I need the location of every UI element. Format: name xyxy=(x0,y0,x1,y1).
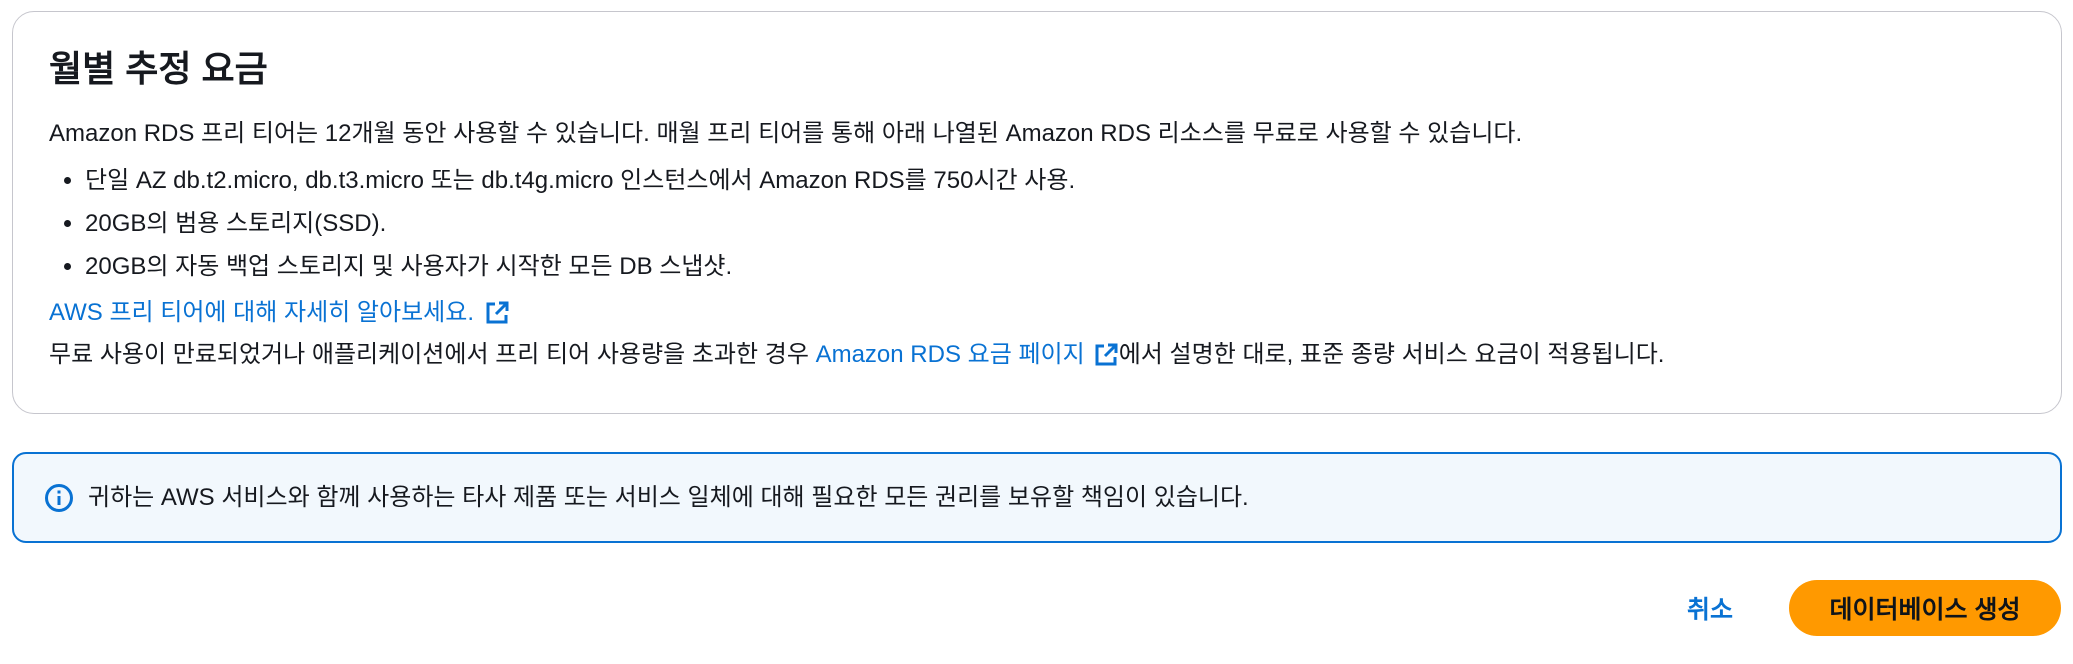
external-link-icon xyxy=(1093,342,1119,368)
third-party-info-alert: 귀하는 AWS 서비스와 함께 사용하는 타사 제품 또는 서비스 일체에 대해… xyxy=(12,452,2062,543)
create-database-button[interactable]: 데이터베이스 생성 xyxy=(1789,580,2061,636)
info-icon xyxy=(44,483,74,513)
card-title: 월별 추정 요금 xyxy=(49,48,268,89)
list-item: 단일 AZ db.t2.micro, db.t3.micro 또는 db.t4g… xyxy=(85,164,2025,198)
form-actions: 취소 데이터베이스 생성 xyxy=(1687,580,2061,636)
cancel-button[interactable]: 취소 xyxy=(1687,590,1733,626)
free-tier-intro: Amazon RDS 프리 티어는 12개월 동안 사용할 수 있습니다. 매월… xyxy=(49,120,1523,147)
page: 월별 추정 요금 Amazon RDS 프리 티어는 12개월 동안 사용할 수… xyxy=(0,0,2073,664)
closing-text-before: 무료 사용이 만료되었거나 애플리케이션에서 프리 티어 사용량을 초과한 경우 xyxy=(49,341,816,368)
standard-pricing-note: 무료 사용이 만료되었거나 애플리케이션에서 프리 티어 사용량을 초과한 경우… xyxy=(49,339,2025,371)
learn-more-link-text: AWS 프리 티어에 대해 자세히 알아보세요. xyxy=(49,299,474,326)
closing-text-after: 에서 설명한 대로, 표준 종량 서비스 요금이 적용됩니다. xyxy=(1118,341,1665,368)
rds-pricing-page-link[interactable]: Amazon RDS 요금 페이지 xyxy=(816,339,1119,371)
estimated-monthly-cost-card: 월별 추정 요금 Amazon RDS 프리 티어는 12개월 동안 사용할 수… xyxy=(12,11,2062,414)
list-item: 20GB의 자동 백업 스토리지 및 사용자가 시작한 모든 DB 스냅샷. xyxy=(85,250,2025,284)
free-tier-resource-list: 단일 AZ db.t2.micro, db.t3.micro 또는 db.t4g… xyxy=(49,164,2025,284)
list-item: 20GB의 범용 스토리지(SSD). xyxy=(85,207,2025,241)
pricing-link-text: Amazon RDS 요금 페이지 xyxy=(815,341,1085,368)
info-alert-text: 귀하는 AWS 서비스와 함께 사용하는 타사 제품 또는 서비스 일체에 대해… xyxy=(88,483,1249,511)
free-tier-learn-more-link[interactable]: AWS 프리 티어에 대해 자세히 알아보세요. xyxy=(49,297,510,329)
external-link-icon xyxy=(484,300,510,326)
